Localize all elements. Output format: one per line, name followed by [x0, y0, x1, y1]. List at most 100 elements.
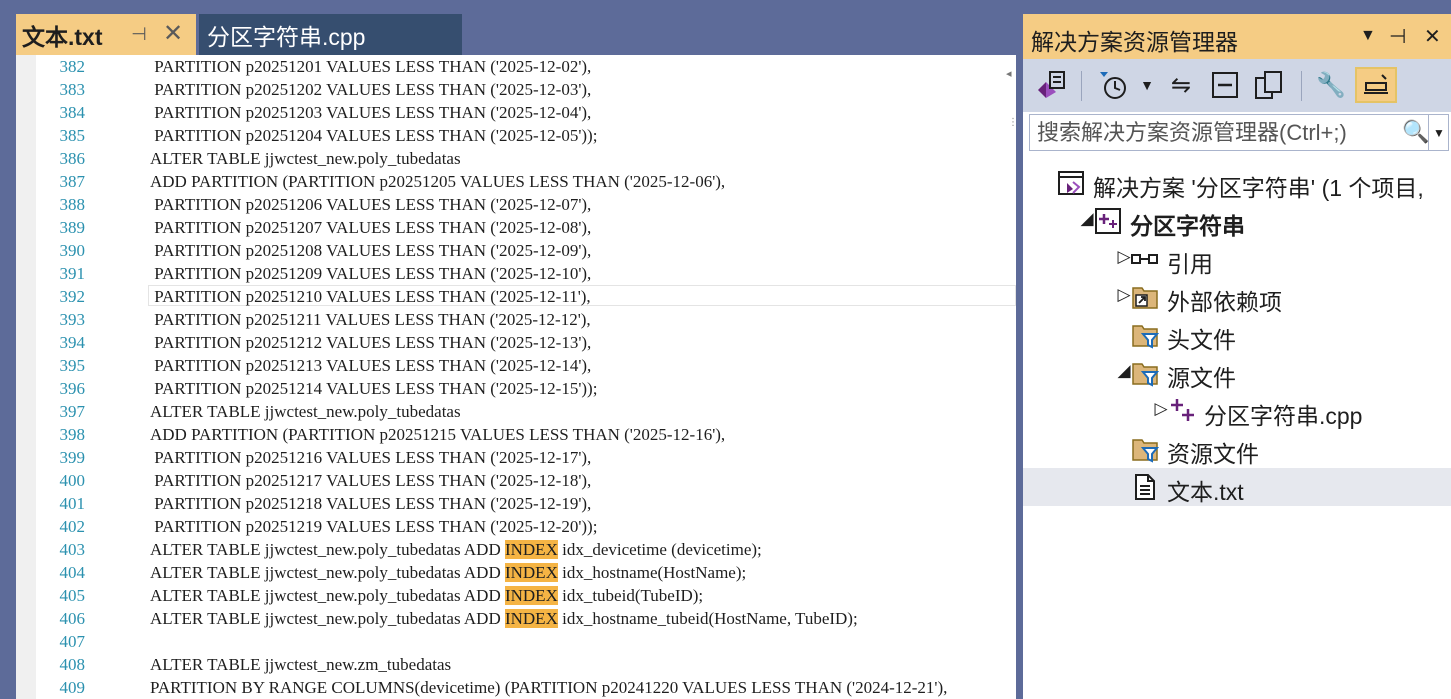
line-number: 402 [59, 517, 86, 536]
search-input[interactable] [1030, 115, 1400, 150]
line-text: ALTER TABLE jjwctest_new.poly_tubedatas … [150, 538, 762, 561]
code-line[interactable]: 400 PARTITION p20251217 VALUES LESS THAN… [16, 469, 1016, 492]
line-text: PARTITION p20251211 VALUES LESS THAN ('2… [150, 308, 590, 331]
code-line[interactable]: 392 PARTITION p20251210 VALUES LESS THAN… [16, 285, 1016, 308]
code-line[interactable]: 406 ALTER TABLE jjwctest_new.poly_tubedat… [16, 607, 1016, 630]
code-line[interactable]: 394 PARTITION p20251212 VALUES LESS THAN… [16, 331, 1016, 354]
code-line[interactable]: 390 PARTITION p20251208 VALUES LESS THAN… [16, 239, 1016, 262]
tree-node[interactable]: ◢ 源文件 [1023, 354, 1451, 392]
code-line[interactable]: 407 [16, 630, 1016, 653]
show-all-files-button[interactable] [1251, 67, 1287, 103]
tree-node[interactable]: 头文件 [1023, 316, 1451, 354]
explorer-title: 解决方案资源管理器 [1031, 29, 1238, 55]
code-line[interactable]: 408 ALTER TABLE jjwctest_new.zm_tubedatas [16, 653, 1016, 676]
code-segment: PARTITION p20251217 VALUES LESS THAN ('2… [150, 471, 592, 490]
properties-button[interactable]: 🔧 [1313, 67, 1349, 103]
code-segment: PARTITION p20251210 VALUES LESS THAN ('2… [150, 287, 591, 306]
tree-node[interactable]: ▷ 引用 [1023, 240, 1451, 278]
line-number: 409 [59, 678, 86, 697]
tree-node-label: 头文件 [1167, 327, 1236, 353]
code-line[interactable]: 386 ALTER TABLE jjwctest_new.poly_tubedat… [16, 147, 1016, 170]
code-line[interactable]: 384 PARTITION p20251203 VALUES LESS THAN… [16, 101, 1016, 124]
splitter-grip-icon[interactable]: ⋮⋮ [1008, 117, 1016, 128]
line-number: 407 [59, 632, 86, 651]
preview-icon [1364, 74, 1388, 94]
sync-active-document-button[interactable]: ⇋ [1163, 67, 1199, 103]
line-number: 394 [59, 333, 86, 352]
pin-icon[interactable]: ⊣ [1389, 24, 1406, 49]
code-segment: PARTITION p20251206 VALUES LESS THAN ('2… [150, 195, 592, 214]
wrench-icon: 🔧 [1316, 71, 1346, 99]
code-line[interactable]: 401 PARTITION p20251218 VALUES LESS THAN… [16, 492, 1016, 515]
line-number: 391 [59, 264, 86, 283]
search-options-dropdown[interactable]: ▼ [1428, 115, 1449, 150]
collapse-all-button[interactable] [1207, 67, 1243, 103]
tree-node[interactable]: 文本.txt [1023, 468, 1451, 506]
line-text: PARTITION p20251219 VALUES LESS THAN ('2… [150, 515, 597, 538]
cpp-file-icon [1168, 397, 1196, 425]
line-number: 396 [59, 379, 86, 398]
tree-node-label: 解决方案 '分区字符串' (1 个项目, [1093, 175, 1424, 201]
line-number: 386 [59, 149, 86, 168]
filter-folder-icon [1131, 435, 1159, 463]
tree-node[interactable]: 解决方案 '分区字符串' (1 个项目, [1023, 164, 1451, 202]
line-text: ALTER TABLE jjwctest_new.zm_tubedatas [150, 653, 451, 676]
filter-folder-icon [1131, 321, 1159, 349]
tree-node-label: 分区字符串 [1130, 213, 1245, 239]
scroll-arrow-icon[interactable]: ◂ [1006, 67, 1012, 80]
code-line[interactable]: 396 PARTITION p20251214 VALUES LESS THAN… [16, 377, 1016, 400]
line-text: ADD PARTITION (PARTITION p20251205 VALUE… [150, 170, 725, 193]
tree-node[interactable]: 资源文件 [1023, 430, 1451, 468]
tab-cpp-file[interactable]: 分区字符串.cpp [199, 14, 462, 55]
search-highlight: INDEX [504, 609, 558, 628]
close-icon[interactable]: ✕ [161, 22, 185, 46]
code-line[interactable]: 398 ADD PARTITION (PARTITION p20251215 VA… [16, 423, 1016, 446]
vertical-scrollbar[interactable]: ◂ ⋮⋮ [1006, 55, 1016, 135]
tree-node[interactable]: ▷ 外部依赖项 [1023, 278, 1451, 316]
code-line[interactable]: 402 PARTITION p20251219 VALUES LESS THAN… [16, 515, 1016, 538]
code-line[interactable]: 397 ALTER TABLE jjwctest_new.poly_tubedat… [16, 400, 1016, 423]
tree-node[interactable]: ◢ 分区字符串 [1023, 202, 1451, 240]
code-line[interactable]: 405 ALTER TABLE jjwctest_new.poly_tubedat… [16, 584, 1016, 607]
line-number: 403 [59, 540, 86, 559]
line-text: ALTER TABLE jjwctest_new.poly_tubedatas … [150, 607, 858, 630]
pin-icon[interactable]: ⊣ [128, 23, 150, 45]
explorer-search-box[interactable]: 🔍 ▼ [1029, 114, 1449, 151]
code-line[interactable]: 382 PARTITION p20251201 VALUES LESS THAN… [16, 55, 1016, 78]
code-line[interactable]: 385 PARTITION p20251204 VALUES LESS THAN… [16, 124, 1016, 147]
explorer-title-bar: 解决方案资源管理器 ▼ ⊣ ✕ [1023, 14, 1451, 59]
code-line[interactable]: 409 PARTITION BY RANGE COLUMNS(devicetime… [16, 676, 1016, 699]
code-line[interactable]: 404 ALTER TABLE jjwctest_new.poly_tubedat… [16, 561, 1016, 584]
close-icon[interactable]: ✕ [1424, 24, 1441, 49]
preview-selected-items-button[interactable] [1355, 67, 1397, 103]
dropdown-icon[interactable]: ▼ [1360, 27, 1376, 45]
pending-changes-filter-button[interactable] [1095, 67, 1131, 103]
line-text: PARTITION p20251209 VALUES LESS THAN ('2… [150, 262, 591, 285]
search-highlight: INDEX [504, 540, 558, 559]
switch-views-button[interactable] [1031, 67, 1071, 103]
line-text: PARTITION p20251204 VALUES LESS THAN ('2… [150, 124, 597, 147]
editor-pane: 文本.txt ⊣ ✕ 分区字符串.cpp 382 PARTITION p2025… [0, 0, 1016, 699]
code-line[interactable]: 395 PARTITION p20251213 VALUES LESS THAN… [16, 354, 1016, 377]
code-segment: PARTITION p20251203 VALUES LESS THAN ('2… [150, 103, 592, 122]
code-line[interactable]: 393 PARTITION p20251211 VALUES LESS THAN… [16, 308, 1016, 331]
switch-views-icon [1038, 71, 1065, 98]
filter-dropdown-button[interactable]: ▼ [1137, 67, 1157, 103]
code-line[interactable]: 387 ADD PARTITION (PARTITION p20251205 VA… [16, 170, 1016, 193]
tree-node[interactable]: ▷ 分区字符串.cpp [1023, 392, 1451, 430]
code-line[interactable]: 391 PARTITION p20251209 VALUES LESS THAN… [16, 262, 1016, 285]
code-line[interactable]: 388 PARTITION p20251206 VALUES LESS THAN… [16, 193, 1016, 216]
cpp-project-icon [1094, 207, 1122, 235]
code-line[interactable]: 389 PARTITION p20251207 VALUES LESS THAN… [16, 216, 1016, 239]
toolbar-separator [1081, 71, 1082, 101]
tab-text-txt[interactable]: 文本.txt ⊣ ✕ [16, 14, 196, 55]
line-number: 387 [59, 172, 86, 191]
code-line[interactable]: 399 PARTITION p20251216 VALUES LESS THAN… [16, 446, 1016, 469]
line-number: 400 [59, 471, 86, 490]
code-line[interactable]: 383 PARTITION p20251202 VALUES LESS THAN… [16, 78, 1016, 101]
filter-folder-icon [1131, 359, 1159, 387]
search-icon[interactable]: 🔍 [1402, 119, 1429, 145]
code-line[interactable]: 403 ALTER TABLE jjwctest_new.poly_tubedat… [16, 538, 1016, 561]
code-editor[interactable]: 382 PARTITION p20251201 VALUES LESS THAN… [16, 55, 1016, 699]
code-segment: ADD PARTITION (PARTITION p20251215 VALUE… [150, 425, 726, 444]
